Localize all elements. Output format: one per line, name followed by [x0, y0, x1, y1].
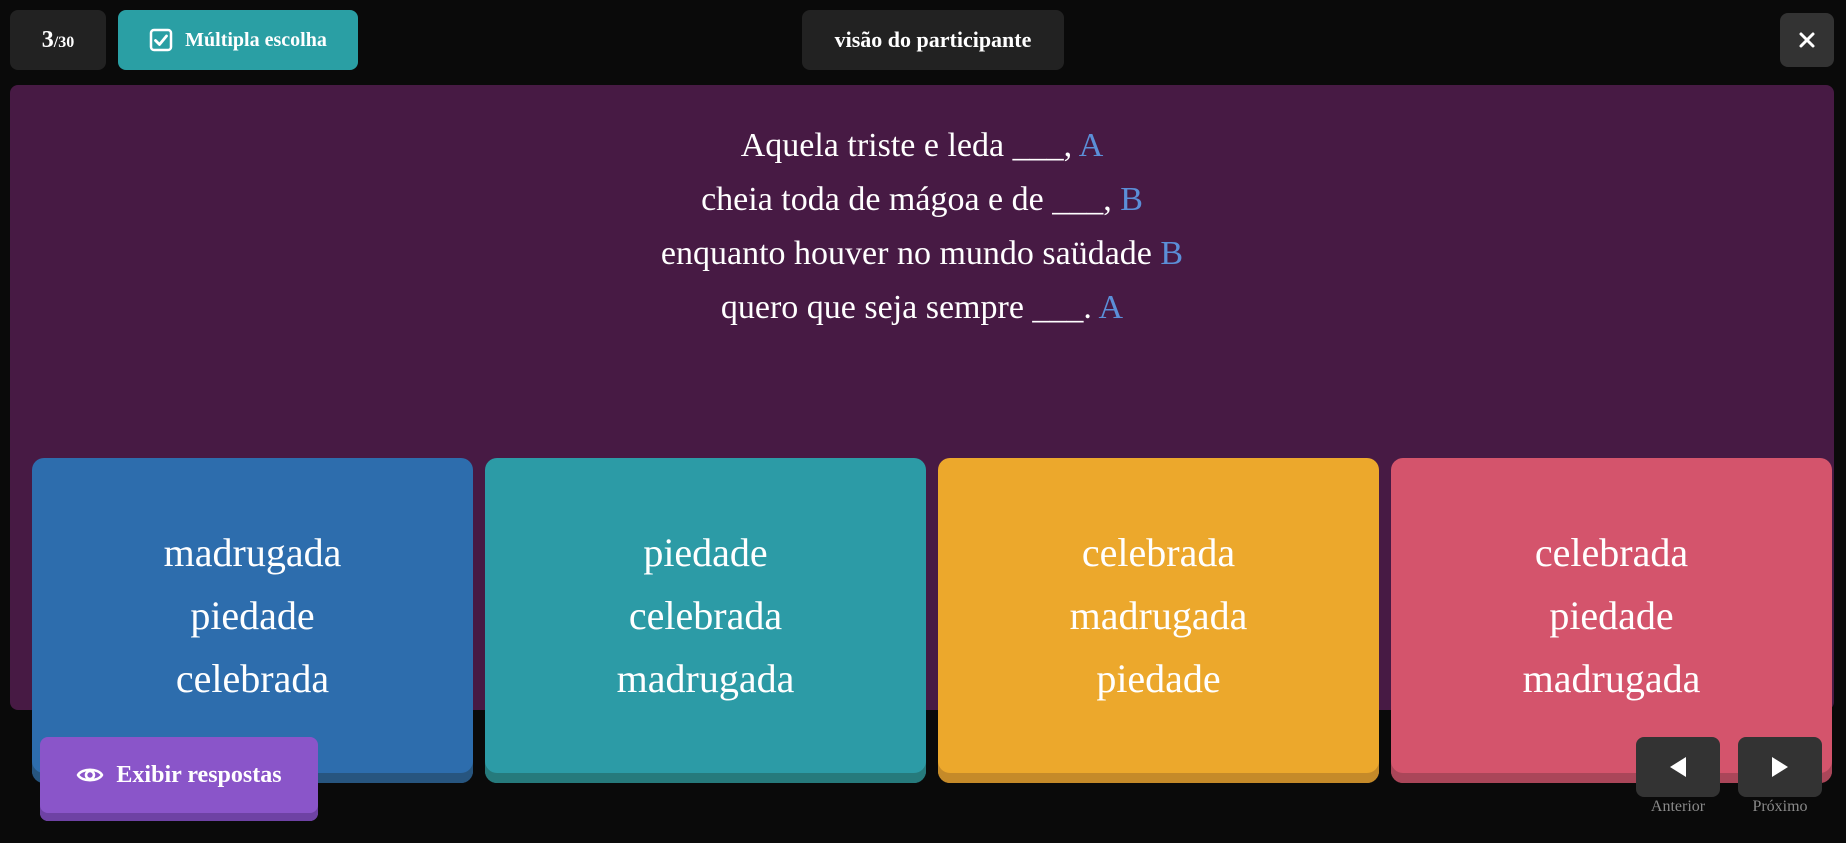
- rhyme-marker: B: [1160, 235, 1184, 272]
- line-text: cheia toda de mágoa e de ___,: [701, 181, 1112, 218]
- answer-word: piedade: [1096, 656, 1221, 701]
- answer-option-1[interactable]: madrugada piedade celebrada: [32, 458, 473, 783]
- answer-word: piedade: [643, 530, 768, 575]
- answer-word: celebrada: [1534, 530, 1689, 575]
- answer-option-4[interactable]: celebrada piedade madrugada: [1391, 458, 1832, 783]
- answer-word: celebrada: [175, 656, 330, 701]
- answer-word: madrugada: [163, 530, 342, 575]
- rhyme-marker: B: [1120, 181, 1143, 218]
- rhyme-marker: A: [1078, 127, 1104, 164]
- triangle-right-icon: [1772, 757, 1788, 777]
- question-line: enquanto houver no mundo saüdade B: [10, 227, 1834, 281]
- quiz-screen: 3/30 Múltipla escolha visão do participa…: [0, 0, 1846, 843]
- answer-word: madrugada: [616, 656, 795, 701]
- answer-option-3[interactable]: celebrada madrugada piedade: [938, 458, 1379, 783]
- show-answers-button[interactable]: Exibir respostas: [40, 737, 318, 821]
- triangle-left-icon: [1670, 757, 1686, 777]
- question-type-badge[interactable]: Múltipla escolha: [118, 10, 358, 70]
- answer-word: celebrada: [628, 593, 783, 638]
- counter-total: /30: [53, 34, 75, 51]
- checkbox-checked-icon: [149, 28, 173, 52]
- line-text: quero que seja sempre ___.: [720, 289, 1092, 326]
- question-counter: 3/30: [10, 10, 106, 70]
- next-label: Próximo: [1752, 798, 1808, 815]
- question-text: Aquela triste e leda ___, A cheia toda d…: [10, 119, 1834, 335]
- counter-current: 3: [41, 26, 54, 53]
- close-icon: [1799, 32, 1815, 48]
- question-type-label: Múltipla escolha: [185, 28, 327, 51]
- question-panel: Aquela triste e leda ___, A cheia toda d…: [10, 85, 1834, 783]
- close-button[interactable]: [1780, 13, 1834, 67]
- answer-word: piedade: [190, 593, 315, 638]
- question-line: quero que seja sempre ___. A: [10, 281, 1834, 335]
- participant-view-toggle[interactable]: visão do participante: [802, 10, 1064, 70]
- previous-button[interactable]: [1636, 737, 1720, 797]
- participant-view-label: visão do participante: [834, 27, 1032, 52]
- rhyme-marker: A: [1098, 289, 1124, 326]
- question-line: Aquela triste e leda ___, A: [10, 119, 1834, 173]
- answer-word: madrugada: [1069, 593, 1248, 638]
- next-button[interactable]: [1738, 737, 1822, 797]
- answer-word: piedade: [1549, 593, 1674, 638]
- line-text: Aquela triste e leda ___,: [740, 127, 1073, 164]
- answer-option-2[interactable]: piedade celebrada madrugada: [485, 458, 926, 783]
- show-answers-label: Exibir respostas: [116, 761, 282, 788]
- line-text: enquanto houver no mundo saüdade: [660, 235, 1152, 272]
- previous-label: Anterior: [1650, 798, 1706, 815]
- eye-icon: [77, 768, 104, 782]
- answer-word: madrugada: [1522, 656, 1701, 701]
- question-line: cheia toda de mágoa e de ___, B: [10, 173, 1834, 227]
- answer-word: celebrada: [1081, 530, 1236, 575]
